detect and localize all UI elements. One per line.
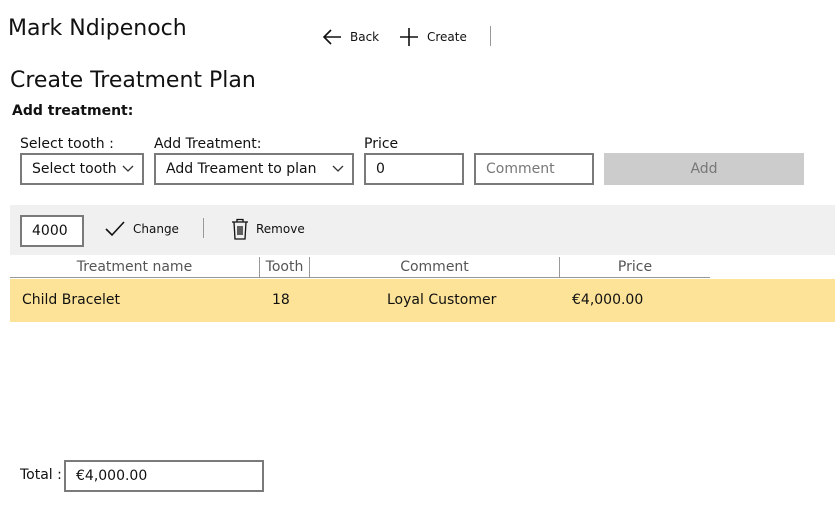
create-label: Create (427, 30, 467, 44)
cell-comment: Loyal Customer (387, 292, 497, 308)
add-treatment-heading: Add treatment: (12, 103, 134, 119)
cell-treatment-name: Child Bracelet (22, 292, 121, 308)
header-underline (10, 277, 710, 278)
trash-icon (232, 218, 248, 240)
create-button[interactable]: Create (398, 27, 467, 47)
tooth-dropdown[interactable]: Select tooth (20, 153, 144, 185)
back-button[interactable]: Back (321, 27, 379, 47)
total-value: €4,000.00 (76, 468, 148, 484)
back-label: Back (350, 30, 380, 44)
cell-tooth: 18 (272, 292, 290, 308)
comment-input[interactable]: Comment (474, 153, 594, 185)
remove-label: Remove (256, 222, 305, 236)
edit-price-input[interactable]: 4000 (20, 215, 84, 247)
tooth-label: Select tooth : (20, 136, 114, 152)
column-header-comment[interactable]: Comment (310, 259, 559, 275)
edit-price-value: 4000 (32, 223, 68, 239)
column-header-price[interactable]: Price (560, 259, 710, 275)
change-button[interactable]: Change (104, 219, 179, 239)
plus-icon (400, 28, 418, 46)
tooth-dropdown-value: Select tooth (32, 161, 117, 177)
treatment-label: Add Treatment: (154, 136, 262, 152)
change-label: Change (133, 222, 179, 236)
price-input[interactable]: 0 (364, 153, 464, 185)
checkmark-icon (105, 221, 125, 237)
total-label: Total : (20, 467, 62, 483)
column-header-tooth[interactable]: Tooth (260, 259, 309, 275)
remove-button[interactable]: Remove (231, 218, 305, 240)
column-header-treatment-name[interactable]: Treatment name (10, 259, 259, 275)
app-title: Mark Ndipenoch (8, 16, 187, 41)
back-arrow-icon (322, 29, 341, 45)
add-button[interactable]: Add (604, 153, 804, 185)
chevron-down-icon (332, 165, 344, 172)
command-bar-divider (490, 26, 491, 46)
cell-price: €4,000.00 (572, 292, 644, 308)
price-input-value: 0 (376, 161, 385, 177)
page-title: Create Treatment Plan (10, 68, 256, 93)
price-label: Price (364, 136, 399, 152)
treatment-dropdown-value: Add Treament to plan (166, 161, 317, 177)
total-field[interactable]: €4,000.00 (64, 460, 264, 492)
comment-placeholder: Comment (486, 161, 555, 177)
treatment-dropdown[interactable]: Add Treament to plan (154, 153, 354, 185)
add-button-label: Add (690, 161, 718, 177)
toolbar-divider (203, 218, 204, 238)
chevron-down-icon (122, 165, 134, 172)
